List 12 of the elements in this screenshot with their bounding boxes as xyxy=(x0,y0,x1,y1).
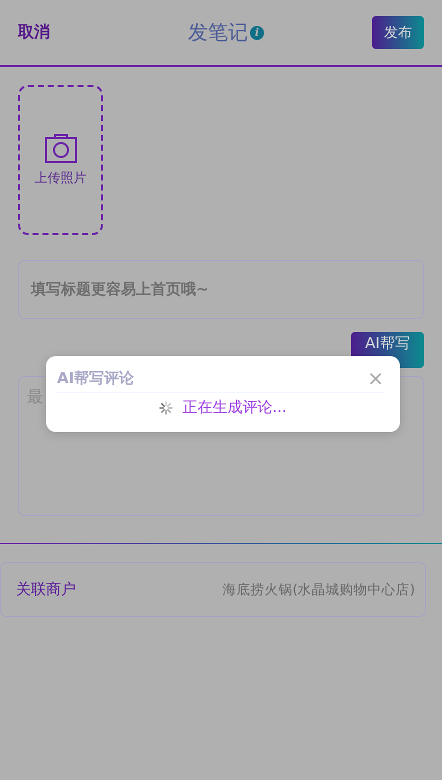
info-icon[interactable]: i xyxy=(250,26,264,40)
page-title: 发笔记 xyxy=(188,19,248,46)
merchant-row[interactable]: 关联商户 海底捞火锅(水晶城购物中心店) xyxy=(0,562,426,617)
spinner-icon xyxy=(159,400,174,414)
merchant-label: 关联商户 xyxy=(16,580,76,599)
cancel-link[interactable]: 取消 xyxy=(18,22,50,43)
loading-text: 正在生成评论... xyxy=(182,398,287,417)
title-input-field[interactable]: 填写标题更容易上首页哦~ xyxy=(18,260,424,319)
camera-icon xyxy=(44,133,76,163)
merchant-value: 海底捞火锅(水晶城购物中心店) xyxy=(222,580,415,598)
upload-photo-button[interactable]: 上传照片 xyxy=(18,85,103,235)
publish-button[interactable]: 发布 xyxy=(372,16,424,49)
